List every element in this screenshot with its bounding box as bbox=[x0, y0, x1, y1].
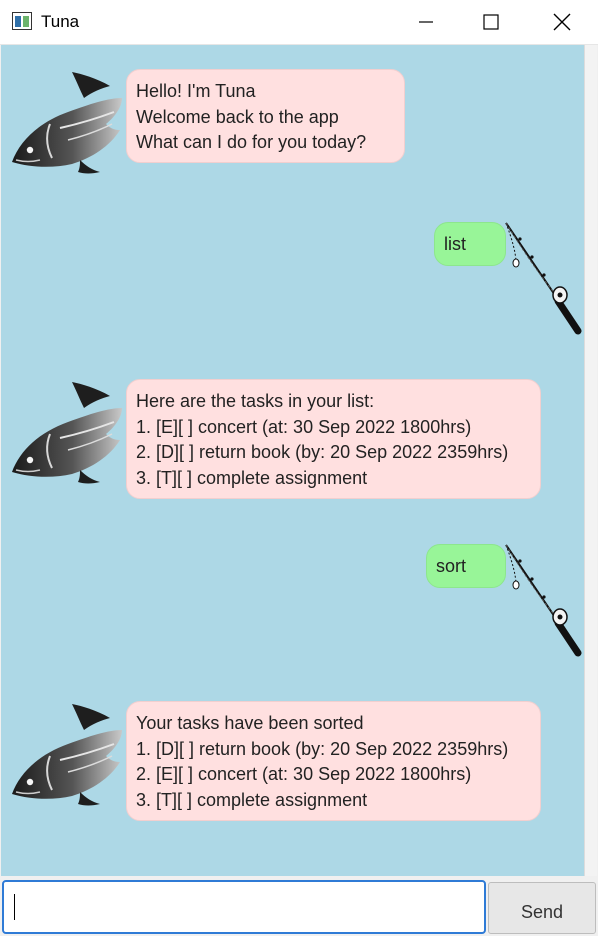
message-line: 2. [E][ ] concert (at: 30 Sep 2022 1800h… bbox=[136, 764, 472, 785]
fishing-rod-icon bbox=[502, 541, 582, 657]
fishing-rod-icon bbox=[502, 219, 582, 335]
bot-message: Here are the tasks in your list: 1. [E][… bbox=[126, 379, 541, 499]
input-bar: Send bbox=[0, 876, 598, 936]
tuna-fish-icon bbox=[10, 68, 128, 180]
close-icon bbox=[553, 13, 571, 31]
minimize-button[interactable] bbox=[403, 0, 449, 44]
message-line: Your tasks have been sorted bbox=[136, 713, 364, 733]
maximize-button[interactable] bbox=[468, 0, 514, 44]
user-message: sort bbox=[426, 544, 506, 588]
message-line: Here are the tasks in your list: bbox=[136, 391, 375, 411]
window-title: Tuna bbox=[41, 12, 80, 31]
close-button[interactable] bbox=[539, 0, 585, 44]
minimize-icon bbox=[419, 21, 433, 23]
send-button[interactable]: Send bbox=[488, 882, 596, 934]
message-line: Hello! I'm Tuna bbox=[136, 81, 256, 101]
title-bar[interactable]: Tuna bbox=[0, 0, 598, 45]
bot-message: Hello! I'm Tuna Welcome back to the app … bbox=[126, 69, 405, 163]
user-message: list bbox=[434, 222, 506, 266]
message-line: 3. [T][ ] complete assignment bbox=[136, 790, 368, 811]
window-app-icon bbox=[12, 12, 32, 30]
message-line: 2. [D][ ] return book (by: 20 Sep 2022 2… bbox=[136, 442, 509, 463]
message-line: 1. [E][ ] concert (at: 30 Sep 2022 1800h… bbox=[136, 416, 472, 437]
message-line: What can I do for you today? bbox=[136, 132, 367, 153]
message-line: Welcome back to the app bbox=[136, 106, 339, 127]
text-caret bbox=[14, 894, 15, 920]
message-line: 1. [D][ ] return book (by: 20 Sep 2022 2… bbox=[136, 738, 509, 759]
maximize-icon bbox=[483, 14, 499, 30]
chat-scrollbar[interactable] bbox=[584, 45, 597, 876]
message-line: 3. [T][ ] complete assignment bbox=[136, 468, 368, 489]
tuna-fish-icon bbox=[10, 700, 128, 812]
message-line: list bbox=[444, 234, 466, 254]
app-window: Tuna Hello! I'm Tuna Welcome back to the… bbox=[0, 0, 598, 936]
message-line: sort bbox=[436, 556, 467, 576]
message-input[interactable] bbox=[2, 880, 486, 934]
tuna-fish-icon bbox=[10, 378, 128, 490]
dialog-container[interactable]: Hello! I'm Tuna Welcome back to the app … bbox=[1, 45, 584, 876]
bot-message: Your tasks have been sorted 1. [D][ ] re… bbox=[126, 701, 541, 821]
